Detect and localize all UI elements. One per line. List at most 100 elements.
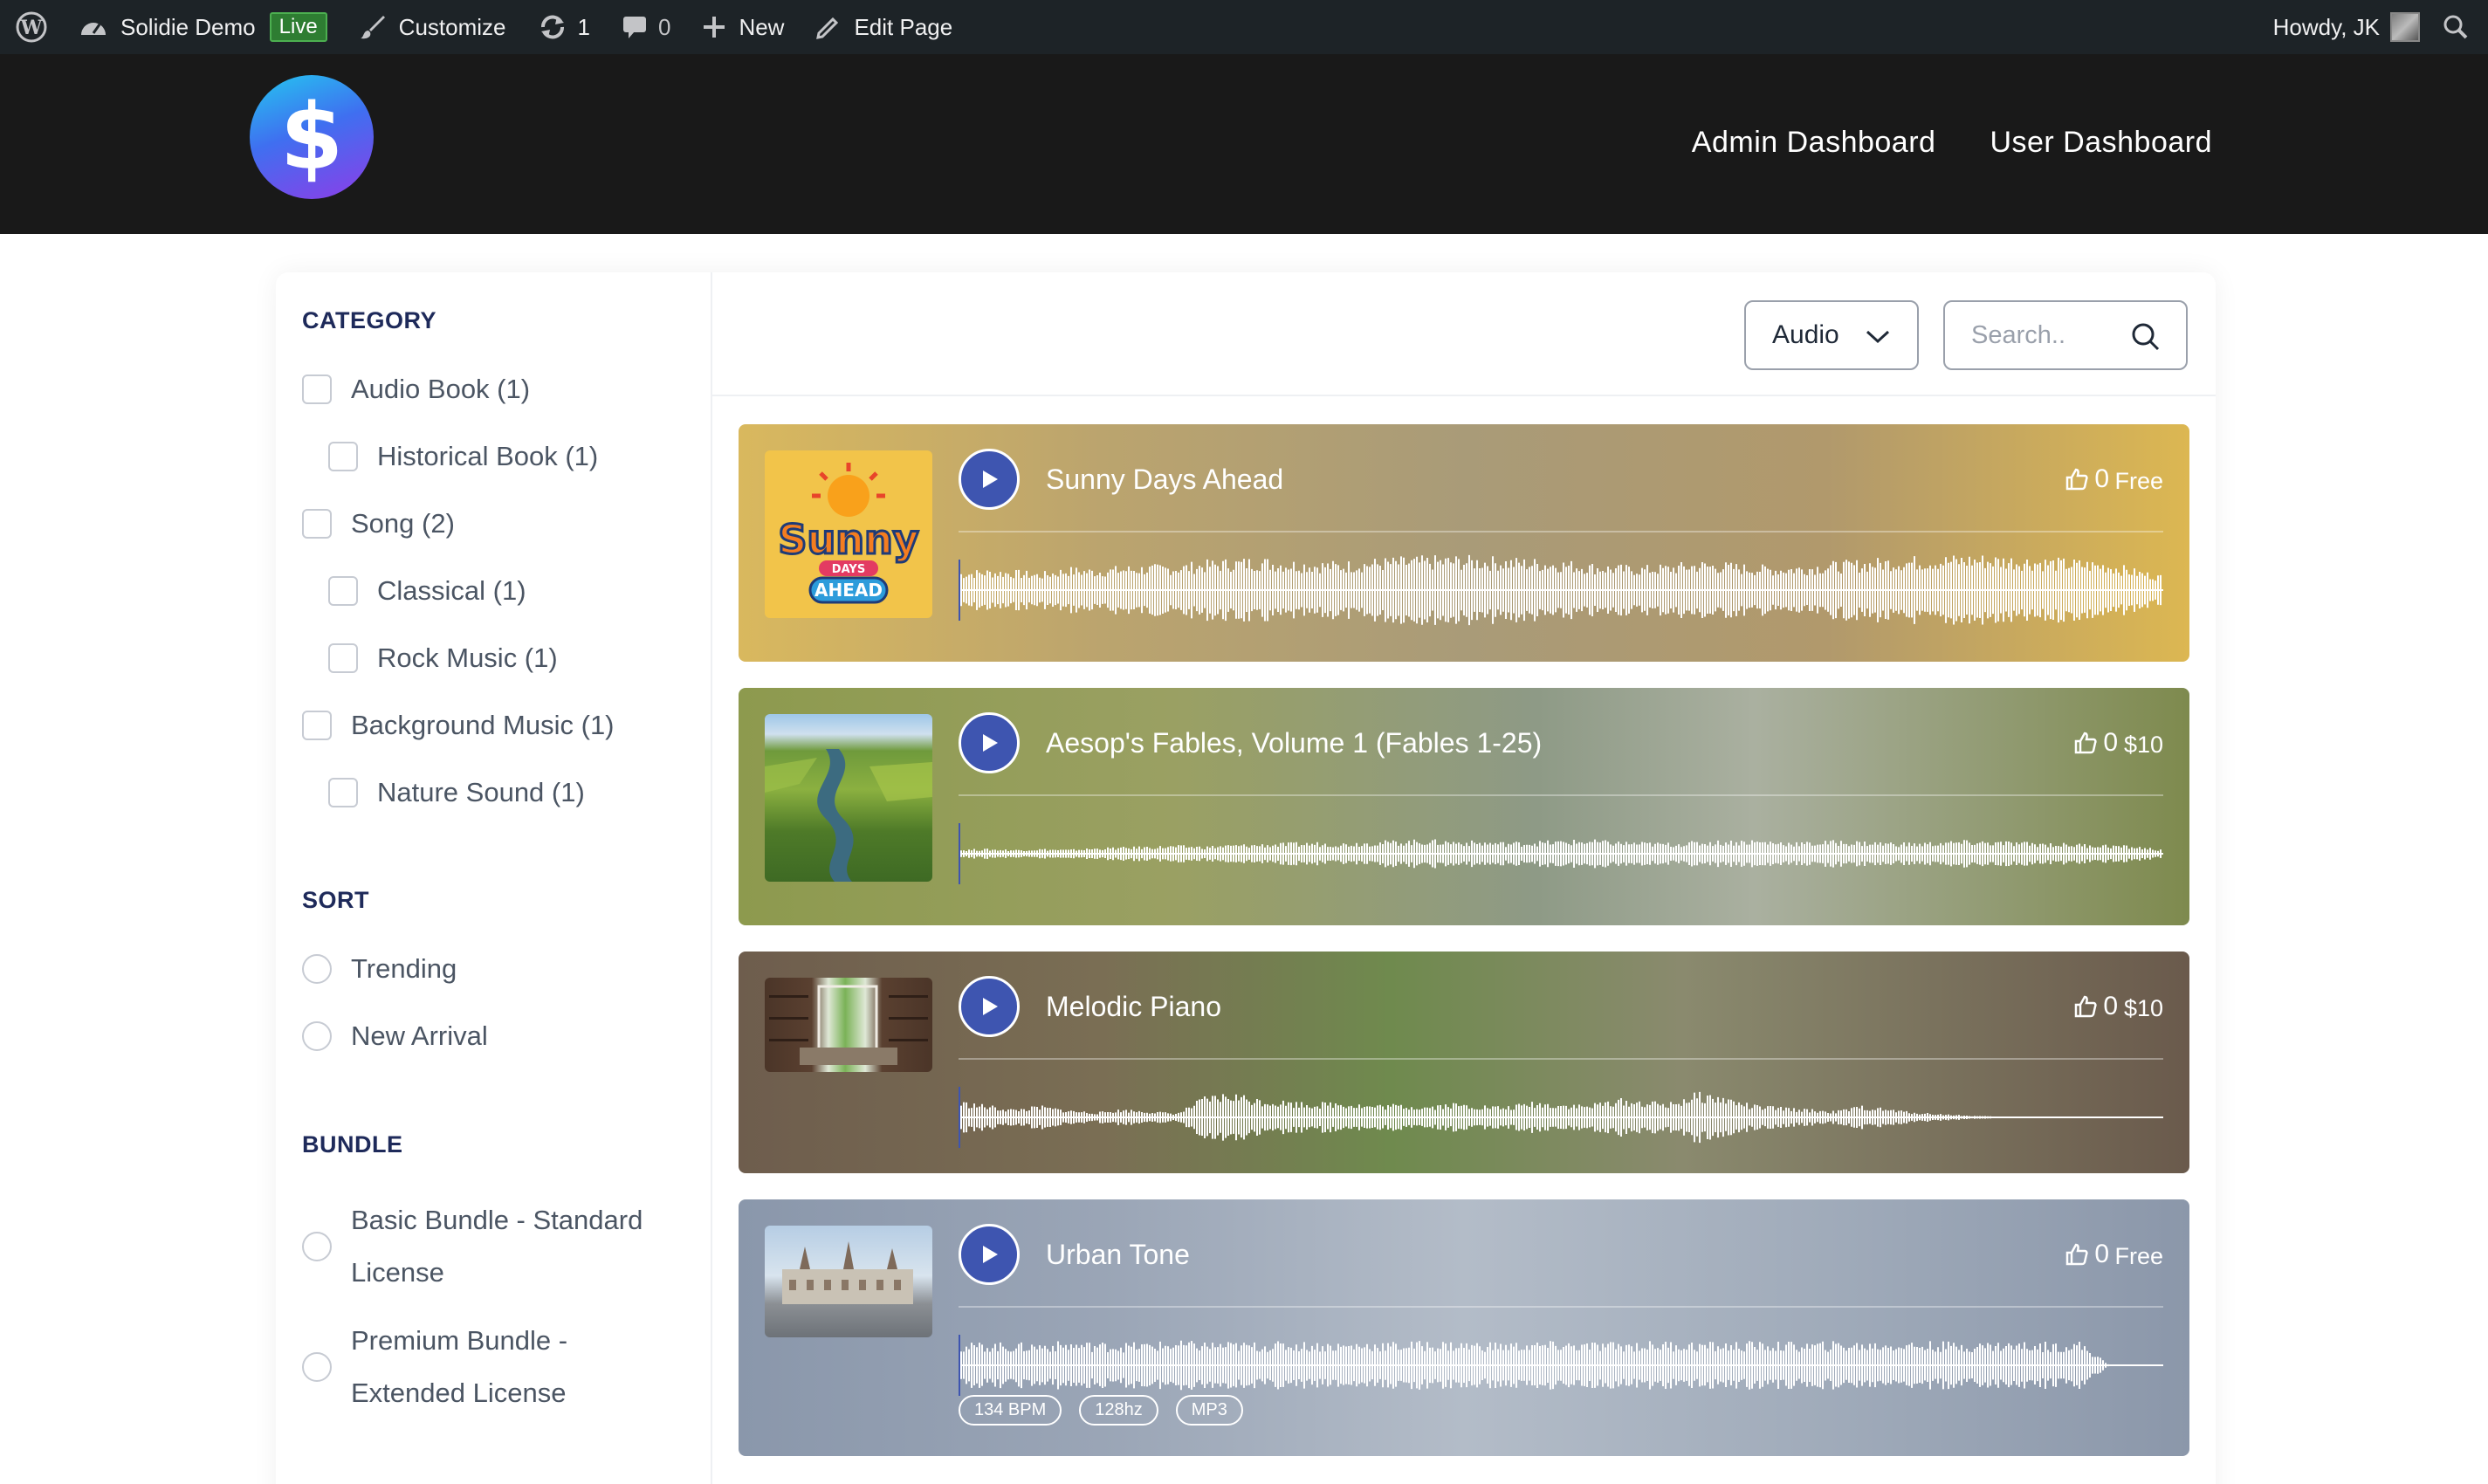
comment-icon bbox=[622, 17, 646, 38]
wordpress-logo-icon[interactable]: W bbox=[0, 0, 63, 54]
checkbox[interactable] bbox=[328, 442, 358, 471]
updates-icon bbox=[540, 15, 564, 39]
content-type-select[interactable]: Audio bbox=[1744, 300, 1919, 370]
like-button[interactable]: 0 bbox=[2065, 464, 2109, 494]
search-input[interactable] bbox=[1945, 320, 2120, 350]
radio[interactable] bbox=[302, 954, 332, 984]
category-background-music[interactable]: Background Music (1) bbox=[302, 710, 615, 741]
radio[interactable] bbox=[302, 1021, 332, 1051]
track-artwork bbox=[765, 978, 932, 1072]
radio[interactable] bbox=[302, 1232, 332, 1261]
artwork-text: DAYS bbox=[832, 563, 865, 576]
updates-count: 1 bbox=[577, 13, 590, 40]
checkbox[interactable] bbox=[328, 643, 358, 673]
landscape-river-artwork bbox=[765, 749, 932, 882]
pencil-icon bbox=[816, 17, 839, 39]
track-price: $10 bbox=[2123, 732, 2163, 758]
nav-user-dashboard[interactable]: User Dashboard bbox=[1990, 126, 2212, 160]
bundle-premium-extended[interactable]: Premium Bundle - Extended License bbox=[302, 1315, 567, 1419]
track-divider bbox=[959, 794, 2163, 796]
play-icon bbox=[983, 1246, 998, 1263]
checkbox[interactable] bbox=[328, 576, 358, 606]
chevron-down-icon bbox=[1866, 330, 1890, 344]
sort-trending[interactable]: Trending bbox=[302, 953, 457, 985]
edit-page-link[interactable]: Edit Page bbox=[800, 0, 968, 54]
avatar bbox=[2390, 12, 2420, 42]
tag-format: MP3 bbox=[1175, 1395, 1243, 1426]
catalog-toolbar: Audio bbox=[712, 272, 2216, 396]
track-card: Aesop's Fables, Volume 1 (Fables 1-25) 0… bbox=[739, 688, 2189, 925]
site-header: $ Admin Dashboard User Dashboard bbox=[0, 54, 2488, 234]
thumbs-up-icon bbox=[2066, 1243, 2088, 1266]
category-classical[interactable]: Classical (1) bbox=[328, 575, 526, 607]
admin-bar: W Solidie Demo Live Customize 1 0 New Ed… bbox=[0, 0, 2488, 54]
like-count: 0 bbox=[2094, 464, 2109, 493]
city-square-artwork bbox=[782, 1241, 913, 1304]
track-tags: 134 BPM 128hz MP3 bbox=[959, 1395, 1243, 1426]
category-rock-music[interactable]: Rock Music (1) bbox=[328, 642, 558, 674]
checkbox[interactable] bbox=[302, 711, 332, 740]
comments-count: 0 bbox=[657, 13, 671, 40]
checkbox[interactable] bbox=[302, 509, 332, 539]
track-card: Melodic Piano 0 $10 bbox=[739, 952, 2189, 1173]
like-count: 0 bbox=[2103, 728, 2118, 757]
play-icon bbox=[983, 998, 998, 1015]
track-title[interactable]: Sunny Days Ahead bbox=[1046, 464, 1283, 496]
track-divider bbox=[959, 531, 2163, 532]
customize-link[interactable]: Customize bbox=[343, 0, 522, 54]
comments-link[interactable]: 0 bbox=[606, 0, 686, 54]
search-box[interactable] bbox=[1943, 300, 2188, 370]
paintbrush-icon bbox=[360, 16, 385, 39]
svg-text:W: W bbox=[20, 17, 43, 39]
radio[interactable] bbox=[302, 1352, 332, 1382]
artwork-text: AHEAD bbox=[814, 580, 883, 601]
track-card: Sunny DAYS AHEAD Sunny Days Ahead 0 Free bbox=[739, 424, 2189, 662]
thumbs-up-icon bbox=[2066, 468, 2088, 491]
content-type-value: Audio bbox=[1772, 320, 1839, 349]
track-divider bbox=[959, 1058, 2163, 1060]
window-library-artwork bbox=[769, 985, 928, 1065]
bundle-heading: BUNDLE bbox=[302, 1131, 403, 1158]
category-audio-book[interactable]: Audio Book (1) bbox=[302, 374, 530, 405]
sort-heading: SORT bbox=[302, 887, 370, 913]
howdy-label: Howdy, JK bbox=[2272, 13, 2380, 40]
bundle-basic-standard[interactable]: Basic Bundle - Standard License bbox=[302, 1194, 643, 1299]
track-title[interactable]: Urban Tone bbox=[1046, 1239, 1190, 1271]
like-button[interactable]: 0 bbox=[2073, 992, 2118, 1021]
like-count: 0 bbox=[2103, 992, 2118, 1020]
new-content-link[interactable]: New bbox=[686, 0, 800, 54]
category-nature-sound[interactable]: Nature Sound (1) bbox=[328, 777, 585, 808]
nav-admin-dashboard[interactable]: Admin Dashboard bbox=[1692, 126, 1936, 160]
play-button[interactable] bbox=[959, 449, 1020, 510]
checkbox[interactable] bbox=[302, 374, 332, 404]
site-logo[interactable]: $ bbox=[250, 75, 374, 199]
admin-search-button[interactable] bbox=[2427, 0, 2488, 54]
waveform[interactable] bbox=[959, 810, 2163, 897]
waveform[interactable] bbox=[959, 1074, 2163, 1161]
site-name-link[interactable]: Solidie Demo Live bbox=[63, 0, 343, 54]
play-button[interactable] bbox=[959, 976, 1020, 1037]
play-button[interactable] bbox=[959, 712, 1020, 773]
like-button[interactable]: 0 bbox=[2073, 728, 2118, 758]
search-icon[interactable] bbox=[2130, 321, 2162, 353]
sunny-days-artwork: Sunny DAYS AHEAD bbox=[777, 463, 920, 604]
category-song[interactable]: Song (2) bbox=[302, 508, 455, 539]
main-nav: Admin Dashboard User Dashboard bbox=[1692, 126, 2212, 160]
category-historical-book[interactable]: Historical Book (1) bbox=[328, 441, 598, 472]
track-artwork: Sunny DAYS AHEAD bbox=[765, 450, 932, 618]
new-label: New bbox=[739, 13, 785, 40]
like-button[interactable]: 0 bbox=[2065, 1240, 2109, 1269]
track-title[interactable]: Melodic Piano bbox=[1046, 991, 1221, 1023]
updates-link[interactable]: 1 bbox=[522, 0, 606, 54]
play-button[interactable] bbox=[959, 1224, 1020, 1285]
account-menu[interactable]: Howdy, JK bbox=[2258, 0, 2427, 54]
site-name: Solidie Demo bbox=[120, 13, 256, 40]
waveform[interactable] bbox=[959, 546, 2163, 634]
category-heading: CATEGORY bbox=[302, 307, 437, 333]
track-price: $10 bbox=[2123, 995, 2163, 1021]
sort-new-arrival[interactable]: New Arrival bbox=[302, 1020, 488, 1052]
track-title[interactable]: Aesop's Fables, Volume 1 (Fables 1-25) bbox=[1046, 727, 1542, 759]
customize-label: Customize bbox=[398, 13, 506, 40]
checkbox[interactable] bbox=[328, 778, 358, 807]
catalog-container: CATEGORY Audio Book (1) Historical Book … bbox=[276, 272, 2216, 1484]
